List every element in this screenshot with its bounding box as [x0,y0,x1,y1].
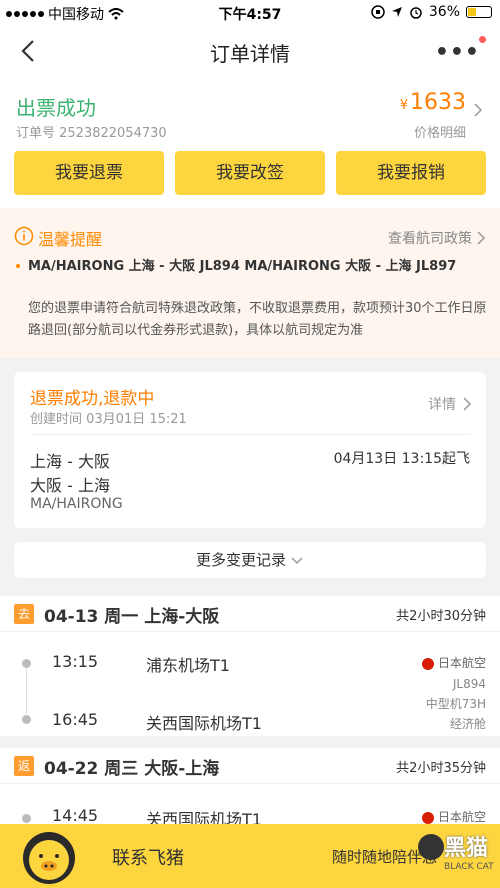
status-bar: 中国移动 下午4:57 36% [0,0,500,26]
timeline-dot [22,715,31,724]
flight-segment-return[interactable]: 返 04-22 周三 大阪-上海 共2小时35分钟 14:45 关西国际机场T1… [0,748,500,829]
page-title: 订单详情 [210,42,290,66]
notice-title: 温馨提醒 [38,230,103,249]
arrival-time: 16:45 [52,710,99,729]
refund-status: 退票成功,退款中 [30,389,155,409]
reimburse-button[interactable]: 我要报销 [336,151,486,195]
more-records-label: 更多变更记录 [195,551,286,569]
segment-header: 返 04-22 周三 大阪-上海 共2小时35分钟 [0,748,500,784]
jal-logo-icon [421,657,434,670]
watermark-en: BLACK CAT [444,862,494,872]
timeline-line [26,668,27,714]
watermark-cn: 黑猫 [444,836,489,861]
info-icon [14,226,34,246]
departure-time: 13:15 [52,652,99,671]
passenger-name: MA/HAIRONG [30,496,123,512]
airline-label: 日本航空 [437,810,486,824]
more-options-icon[interactable]: ••• [435,40,480,65]
refund-button[interactable]: 我要退票 [14,151,164,195]
price-detail-link[interactable]: 价格明细 [414,122,466,141]
fliggy-pig-icon [23,832,75,884]
arrival-airport: 关西国际机场T1 [146,714,262,733]
battery-label: 36% [428,4,460,20]
order-price[interactable]: ¥1633 [400,90,466,115]
refund-created-time: 创建时间 03月01日 15:21 [30,412,187,427]
cabin-class: 经济舱 [449,717,486,731]
flight-meta: JL894 中型机73H 经济舱 [426,674,486,734]
airline-name: 日本航空 [421,808,486,825]
notice-panel: 温馨提醒 查看航司政策 MA/HAIRONG 上海 - 大阪 JL894 MA/… [0,208,500,358]
status-right: 36% [371,4,492,20]
chevron-right-icon[interactable] [476,230,486,246]
notification-dot [479,36,486,43]
segment-route: 04-22 周三 大阪-上海 [44,759,220,779]
price-value: 1633 [410,90,466,115]
nav-bar: 订单详情 ••• [0,26,500,76]
refund-route-return: 大阪 - 上海 [30,476,110,495]
refund-departure-date: 04月13日 13:15起飞 [333,451,470,467]
jal-logo-icon [421,811,434,824]
flight-number: JL894 [452,677,486,691]
segment-header: 去 04-13 周一 上海-大阪 共2小时30分钟 [0,596,500,632]
notice-body: 您的退票申请符合航司特殊退改政策，不收取退票费用，款项预计30个工作日原路退回(… [28,301,487,338]
airline-policy-link[interactable]: 查看航司政策 [388,228,472,248]
timeline-dot [22,659,31,668]
segment-route: 04-13 周一 上海-大阪 [44,607,220,627]
location-icon [391,7,402,17]
chevron-down-icon [291,556,303,564]
timeline-dot [22,814,31,823]
chevron-right-icon[interactable] [472,98,484,122]
airline-name: 日本航空 [421,654,486,671]
black-cat-logo-icon [418,834,444,860]
refund-route-outbound: 上海 - 大阪 [30,452,110,471]
change-ticket-button[interactable]: 我要改签 [175,151,325,195]
flight-segment-outbound[interactable]: 去 04-13 周一 上海-大阪 共2小时30分钟 13:15 浦东机场T1 1… [0,596,500,736]
ticket-status: 出票成功 [16,96,96,120]
chevron-right-icon[interactable] [462,396,472,412]
alarm-icon [410,7,422,19]
more-records-button[interactable]: 更多变更记录 [14,542,486,578]
refund-card[interactable]: 退票成功,退款中 创建时间 03月01日 15:21 详情 上海 - 大阪 大阪… [14,372,486,528]
segment-tag: 返 [14,756,34,776]
order-number: 订单号 2523822054730 [16,126,167,141]
airline-label: 日本航空 [437,656,486,670]
rotation-lock-icon [371,5,385,19]
segment-duration: 共2小时35分钟 [396,761,486,776]
contact-bar[interactable]: 联系飞猪 随时随地陪伴您 黑猫 BLACK CAT [0,824,500,888]
battery-icon [466,6,492,18]
notice-bullet [16,264,20,268]
departure-airport: 浦东机场T1 [146,656,230,675]
price-symbol: ¥ [399,98,408,113]
notice-route: MA/HAIRONG 上海 - 大阪 JL894 MA/HAIRONG 大阪 -… [28,259,457,274]
divider [30,434,470,435]
refund-detail-link[interactable]: 详情 [428,394,456,414]
contact-label: 联系飞猪 [112,848,184,869]
aircraft-type: 中型机73H [425,697,486,711]
segment-duration: 共2小时30分钟 [396,609,486,624]
order-summary: 出票成功 订单号 2523822054730 ¥1633 价格明细 我要退票 我… [0,76,500,208]
watermark: 黑猫 BLACK CAT [414,830,494,884]
segment-tag: 去 [14,604,34,624]
departure-time: 14:45 [52,806,99,825]
